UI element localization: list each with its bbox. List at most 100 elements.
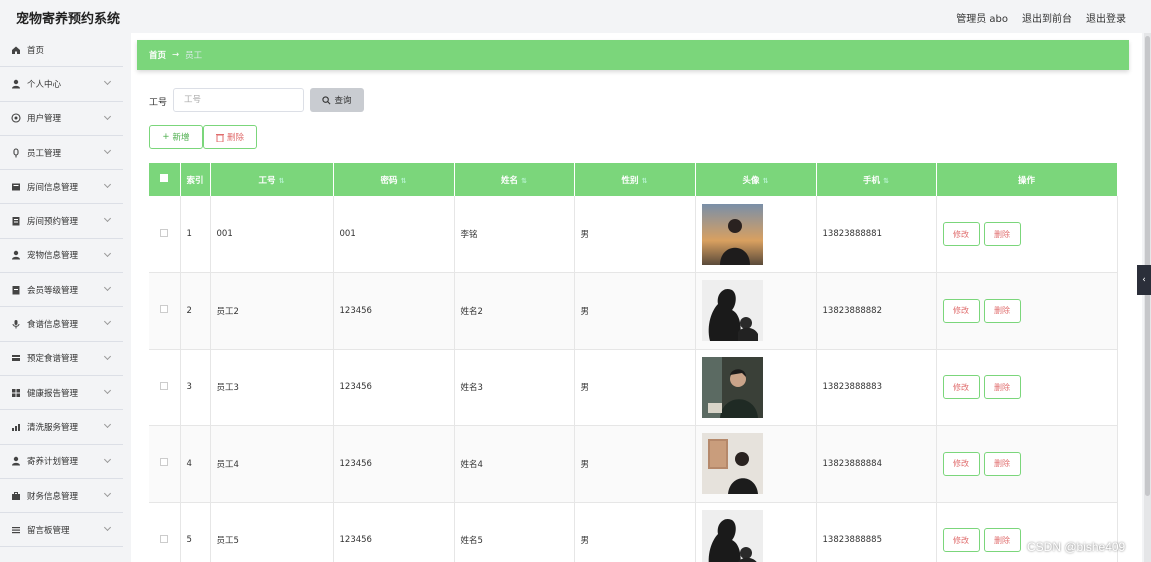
sidebar-item[interactable]: 留言板管理 [0,513,123,548]
col-name[interactable]: 姓名 ⇅ [454,163,575,196]
delete-button[interactable]: 删除 [983,451,1021,476]
avatar[interactable] [701,509,763,562]
sidebar-item[interactable]: 宠物信息管理 [0,239,123,274]
cell-id: 员工2 [210,272,334,350]
sidebar-item[interactable]: 房间信息管理 [0,170,123,205]
delete-button[interactable]: 删除 [983,528,1021,553]
sidebar-item[interactable]: 用户管理 [0,102,123,136]
select-all-checkbox[interactable] [160,174,169,182]
cell-password: 123456 [333,349,455,426]
chevron-left-icon: ‹ [1142,275,1146,285]
edit-button[interactable]: 修改 [942,222,980,246]
wash-icon [11,422,21,432]
cell-id: 员工3 [210,349,334,426]
avatar[interactable] [701,203,763,265]
delete-button[interactable]: 删除 [983,375,1021,400]
member-icon [11,285,21,295]
cell-name: 姓名5 [454,502,575,562]
sidebar-item-label: 留言板管理 [27,525,70,536]
sort-icon[interactable]: ⇅ [642,177,648,185]
trash-icon [215,133,224,142]
sidebar-item-label: 宠物信息管理 [27,251,79,262]
row-checkbox[interactable] [160,305,169,314]
sidebar-item[interactable]: 房间预约管理 [0,204,123,239]
app-title: 宠物寄养预约系统 [16,12,121,27]
chevron-down-icon [103,421,112,429]
sidebar-item[interactable]: 清洗服务管理 [0,410,123,445]
sidebar-item-label: 财务信息管理 [27,491,79,502]
add-button[interactable]: + 新增 [149,125,203,149]
sidebar-item[interactable]: 会员等级管理 [0,273,123,308]
cell-id: 员工5 [210,502,334,562]
sidebar: 首页个人中心用户管理 员工管理 房间信息管理 房间预约管理宠物信息管理会员等级管理 食谱… [0,33,123,562]
sidebar-item-label: 个人中心 [27,79,62,90]
sort-icon[interactable]: ⇅ [763,177,769,185]
search-button[interactable]: 查询 [310,88,364,112]
row-checkbox[interactable] [160,381,169,390]
avatar[interactable] [701,356,763,418]
cell-id: 员工4 [210,425,334,503]
col-phone-label: 手机 [863,175,881,186]
cell-actions: 修改 删除 [936,196,1118,273]
sidebar-item-label: 清洗服务管理 [27,422,79,433]
bulk-delete-label: 删除 [226,133,244,143]
col-gender-label: 性别 [621,175,639,186]
sidebar-item[interactable]: 预定食谱管理 [0,342,123,376]
search-input[interactable] [173,88,304,112]
sort-icon[interactable]: ⇅ [521,177,527,185]
chevron-down-icon [103,284,112,292]
avatar[interactable] [701,433,763,495]
cell-password: 123456 [333,425,455,503]
pet-icon [11,250,21,260]
col-gender[interactable]: 性别 ⇅ [574,163,696,196]
cell-id: 001 [210,196,334,273]
cell-password: 001 [333,196,455,273]
row-checkbox[interactable] [160,534,169,543]
cell-index: 4 [180,425,211,503]
col-id[interactable]: 工号 ⇅ [210,163,334,196]
collapse-handle[interactable]: ‹ [1137,265,1151,295]
sidebar-item[interactable]: 财务信息管理 [0,479,123,514]
col-password[interactable]: 密码 ⇅ [333,163,455,196]
col-phone[interactable]: 手机 ⇅ [816,163,937,196]
top-bar: 宠物寄养预约系统 管理员 abo 退出到前台 退出登录 [0,0,1151,33]
select-all-header[interactable] [149,163,181,196]
sidebar-item[interactable]: 健康报告管理 [0,376,123,411]
row-checkbox[interactable] [160,228,169,237]
table-row: 2 员工2 123456 姓名2 男 13823888882 修改 删除 [149,272,1118,350]
edit-button[interactable]: 修改 [942,528,980,553]
sort-icon[interactable]: ⇅ [279,177,285,185]
sidebar-item[interactable]: 个人中心 [0,67,123,102]
col-avatar[interactable]: 头像 ⇅ [695,163,817,196]
edit-button[interactable]: 修改 [942,298,980,323]
avatar[interactable] [701,280,763,342]
cell-gender: 男 [574,196,696,273]
main-content: 首页 → 员工 工号 查询 + 新增 删除 索引 工号⇅ 密码⇅ 姓名⇅ 性别⇅… [131,33,1142,562]
chevron-down-icon [103,78,112,86]
staff-icon [11,147,21,158]
delete-button[interactable]: 删除 [983,298,1021,323]
sidebar-item[interactable]: 食谱信息管理 [0,307,123,342]
col-avatar-label: 头像 [742,175,760,186]
cell-name: 姓名4 [454,425,575,503]
col-actions: 操作 [936,163,1118,196]
edit-button[interactable]: 修改 [942,451,980,476]
row-select-cell [149,425,181,503]
sidebar-item[interactable]: 员工管理 [0,136,123,171]
table-row: 1 001 001 李铭男 13823888881 修改 删除 [149,196,1118,273]
row-select-cell [149,196,181,273]
sort-icon[interactable]: ⇅ [401,177,407,185]
row-select-cell [149,272,181,350]
chevron-down-icon [103,249,112,257]
watermark: CSDN @bishe409 [1027,540,1126,554]
bulk-delete-button[interactable]: 删除 [203,125,257,149]
logout-link[interactable]: 退出登录 [1086,10,1126,25]
front-link[interactable]: 退出到前台 [1022,10,1072,25]
sidebar-item[interactable]: 寄养计划管理 [0,445,123,479]
delete-button[interactable]: 删除 [983,222,1021,246]
sidebar-item[interactable]: 首页 [0,33,123,68]
row-checkbox[interactable] [160,458,169,467]
sort-icon[interactable]: ⇅ [883,177,889,185]
edit-button[interactable]: 修改 [942,375,980,400]
breadcrumb-home[interactable]: 首页 [149,49,166,61]
